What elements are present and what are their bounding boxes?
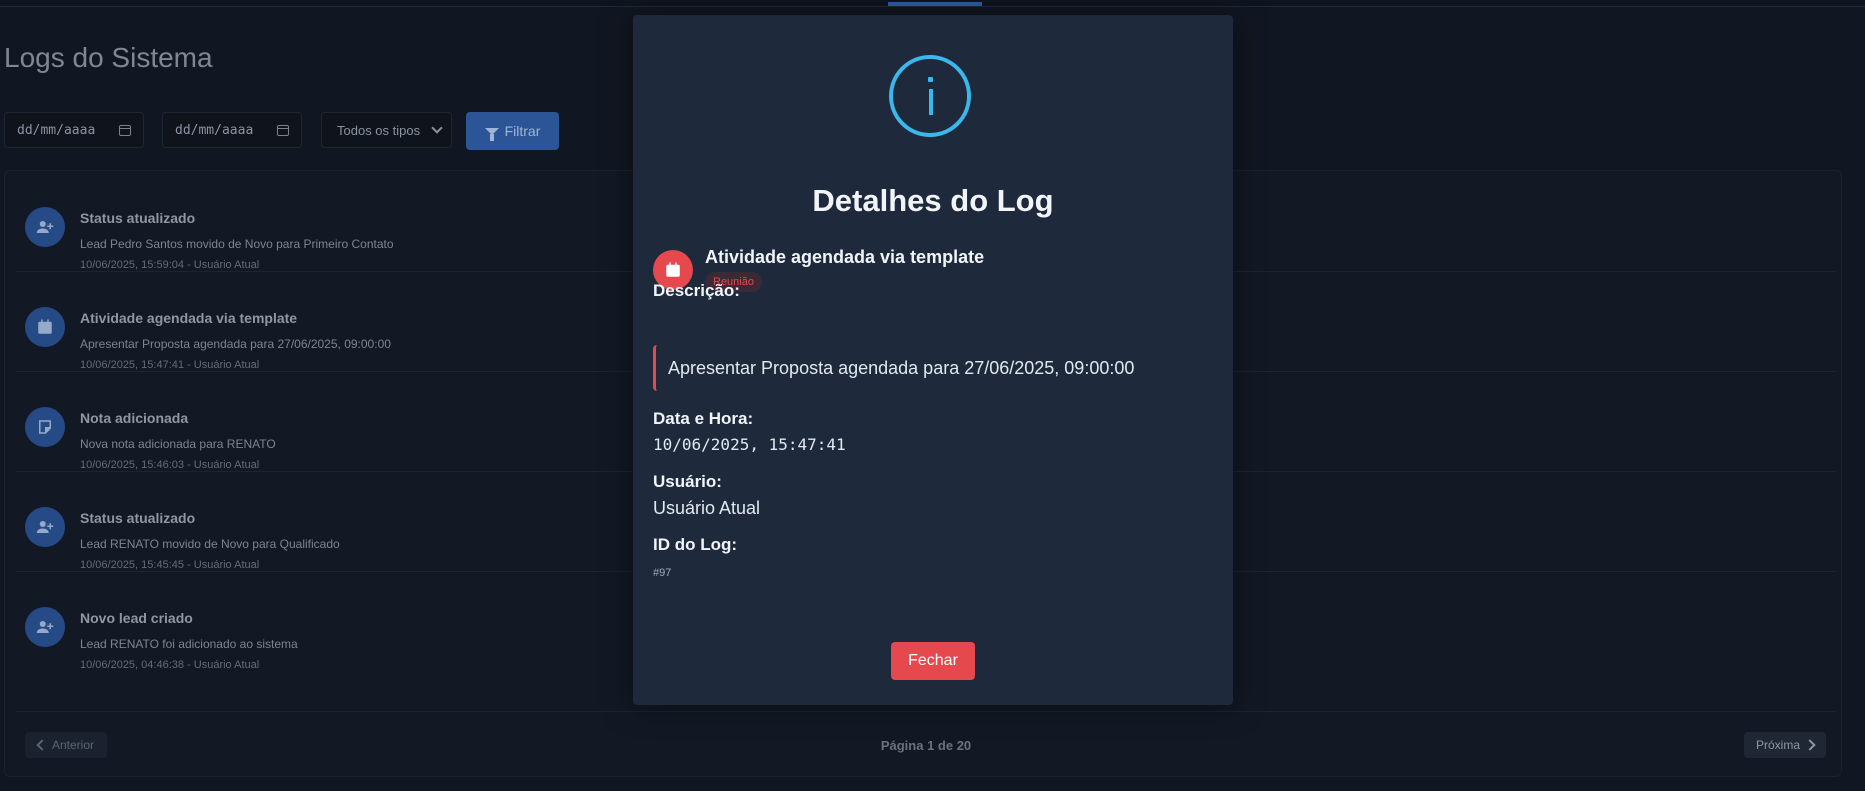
log-type-selected: Todos os tipos bbox=[337, 122, 421, 138]
top-navigation-bar bbox=[0, 0, 1865, 7]
date-start-input[interactable]: dd/mm/aaaa bbox=[4, 112, 144, 148]
log-id-label: ID do Log: bbox=[653, 535, 738, 554]
log-title: Atividade agendada via template bbox=[80, 310, 298, 326]
log-meta: 10/06/2025, 15:47:41 - Usuário Atual bbox=[80, 359, 260, 371]
chevron-right-icon bbox=[1804, 739, 1816, 751]
filter-button-label: Filtrar bbox=[504, 123, 541, 139]
date-start-placeholder: dd/mm/aaaa bbox=[17, 122, 96, 138]
active-tab-indicator bbox=[888, 2, 982, 6]
log-title: Nota adicionada bbox=[80, 410, 189, 426]
user-label: Usuário: bbox=[653, 472, 722, 491]
log-type-select[interactable]: Todos os tipos bbox=[321, 112, 452, 148]
pagination: Anterior Página 1 de 20 Próxima bbox=[16, 711, 1836, 778]
datetime-label: Data e Hora: bbox=[653, 409, 754, 428]
date-end-placeholder: dd/mm/aaaa bbox=[175, 122, 254, 138]
description-label: Descrição: bbox=[653, 281, 740, 300]
filter-button[interactable]: Filtrar bbox=[466, 112, 559, 150]
info-icon bbox=[889, 55, 971, 137]
user-value: Usuário Atual bbox=[653, 498, 761, 518]
calendar-picker-icon[interactable] bbox=[277, 124, 289, 136]
calendar-picker-icon[interactable] bbox=[119, 124, 131, 136]
log-description: Lead Pedro Santos movido de Novo para Pr… bbox=[80, 237, 394, 251]
datetime-value: 10/06/2025, 15:47:41 bbox=[653, 435, 846, 454]
description-box: Apresentar Proposta agendada para 27/06/… bbox=[653, 345, 1213, 391]
user-plus-icon bbox=[25, 207, 65, 247]
calendar-icon bbox=[25, 307, 65, 347]
log-id-value: #97 bbox=[653, 567, 672, 579]
log-description: Apresentar Proposta agendada para 27/06/… bbox=[80, 337, 391, 351]
log-details-modal: Detalhes do Log Atividade agendada via t… bbox=[633, 15, 1233, 705]
log-meta: 10/06/2025, 15:59:04 - Usuário Atual bbox=[80, 259, 260, 271]
next-page-label: Próxima bbox=[1755, 738, 1800, 752]
user-plus-icon bbox=[25, 507, 65, 547]
funnel-icon bbox=[484, 127, 499, 141]
log-description: Lead RENATO movido de Novo para Qualific… bbox=[80, 537, 340, 551]
page-info: Página 1 de 20 bbox=[880, 738, 972, 753]
log-meta: 10/06/2025, 15:45:45 - Usuário Atual bbox=[80, 559, 260, 571]
log-title: Status atualizado bbox=[80, 210, 196, 226]
description-text: Apresentar Proposta agendada para 27/06/… bbox=[668, 357, 1135, 378]
date-end-input[interactable]: dd/mm/aaaa bbox=[162, 112, 302, 148]
user-plus-icon bbox=[25, 607, 65, 647]
activity-title: Atividade agendada via template bbox=[705, 247, 985, 267]
log-description: Nova nota adicionada para RENATO bbox=[80, 437, 276, 451]
modal-title: Detalhes do Log bbox=[812, 183, 1054, 218]
close-button[interactable]: Fechar bbox=[891, 642, 975, 680]
log-meta: 10/06/2025, 15:46:03 - Usuário Atual bbox=[80, 459, 260, 471]
note-icon bbox=[25, 407, 65, 447]
page-title: Logs do Sistema bbox=[4, 42, 213, 73]
log-title: Novo lead criado bbox=[80, 610, 193, 626]
log-title: Status atualizado bbox=[80, 510, 196, 526]
log-description: Lead RENATO foi adicionado ao sistema bbox=[80, 637, 298, 651]
chevron-down-icon bbox=[431, 122, 443, 134]
next-page-button[interactable]: Próxima bbox=[1744, 732, 1826, 758]
log-meta: 10/06/2025, 04:46:38 - Usuário Atual bbox=[80, 659, 260, 671]
